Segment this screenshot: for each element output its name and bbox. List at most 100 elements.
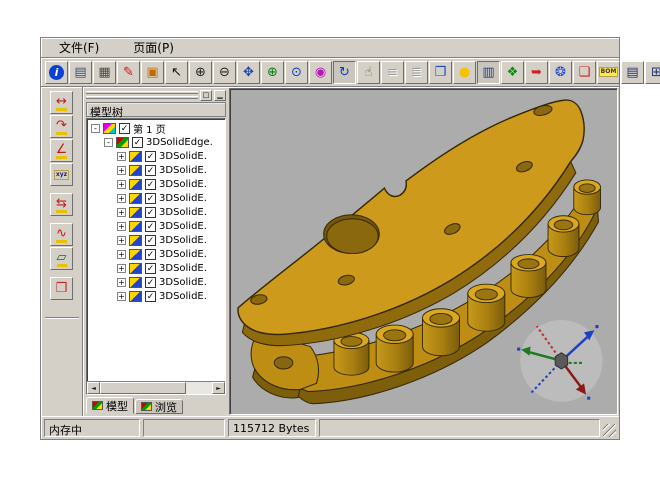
refresh-view-button[interactable]: ↻ <box>333 61 356 84</box>
collapse-icon[interactable]: - <box>91 124 100 133</box>
scroll-left-icon[interactable]: ◄ <box>87 382 100 394</box>
expand-icon[interactable]: + <box>117 208 126 217</box>
light-bulb-button[interactable]: ● <box>453 61 476 84</box>
tree-node[interactable]: +✓3DSolidE. <box>89 191 225 205</box>
markup-pen-button[interactable]: ✎ <box>117 61 140 84</box>
zoom-out-button[interactable]: ⊖ <box>213 61 236 84</box>
stamp-seal-button[interactable]: ▣ <box>141 61 164 84</box>
layers-button[interactable]: ≡ <box>381 61 404 84</box>
stamp-seal-icon: ▣ <box>146 66 158 79</box>
visibility-checkbox[interactable]: ✓ <box>145 193 156 204</box>
expand-icon[interactable]: + <box>117 152 126 161</box>
chain-dimension-button[interactable]: ⇆ <box>50 193 73 216</box>
tree-node[interactable]: +✓3DSolidE. <box>89 149 225 163</box>
visibility-checkbox[interactable]: ✓ <box>145 207 156 218</box>
area-dimension-button[interactable]: ▱ <box>50 247 73 270</box>
tree-node[interactable]: +✓3DSolidE. <box>89 163 225 177</box>
tree-node[interactable]: +✓3DSolidE. <box>89 289 225 303</box>
assembly-structure-button[interactable]: ❖ <box>501 61 524 84</box>
tab-浏览[interactable]: 浏览 <box>135 399 183 414</box>
hide-panel-button[interactable]: ▁ <box>214 90 226 101</box>
part-cube-icon <box>129 221 142 232</box>
select-cursor-button[interactable]: ↖ <box>165 61 188 84</box>
tab-模型[interactable]: 模型 <box>86 397 134 414</box>
visibility-checkbox[interactable]: ✓ <box>145 151 156 162</box>
tree-node[interactable]: +✓3DSolidE. <box>89 275 225 289</box>
visibility-checkbox[interactable]: ✓ <box>145 235 156 246</box>
print-preview-icon: ▤ <box>74 66 86 79</box>
menu-f[interactable]: 文件(F) <box>55 38 103 57</box>
properties-window-button[interactable]: ▤ <box>621 61 644 84</box>
scrollbar-thumb[interactable] <box>100 382 186 394</box>
expand-icon[interactable]: + <box>117 250 126 259</box>
markup-pen-icon: ✎ <box>123 66 134 79</box>
part-cube-icon <box>129 291 142 302</box>
pan-arrows-button[interactable]: ✥ <box>237 61 260 84</box>
visibility-checkbox[interactable]: ✓ <box>145 179 156 190</box>
bom-table-button[interactable]: BOM <box>597 61 620 84</box>
zoom-dynamic-button[interactable]: ⊙ <box>285 61 308 84</box>
coordinate-dimension-button[interactable]: xyz <box>50 163 73 186</box>
menu-p[interactable]: 页面(P) <box>129 38 178 57</box>
zoom-window-button[interactable]: ⊕ <box>261 61 284 84</box>
linear-dimension-button[interactable]: ↔ <box>50 91 73 114</box>
tree-node[interactable]: -✓第 1 页 <box>89 121 225 135</box>
viewport-3d[interactable] <box>229 88 618 415</box>
tree-node[interactable]: -✓3DSolidEdge. <box>89 135 225 149</box>
tree-node[interactable]: +✓3DSolidE. <box>89 205 225 219</box>
print-button[interactable]: ▦ <box>93 61 116 84</box>
tree-tab-bar: 模型浏览 <box>86 395 226 414</box>
explode-parts-button[interactable]: ❏ <box>573 61 596 84</box>
visibility-checkbox[interactable]: ✓ <box>145 263 156 274</box>
move-part-button[interactable]: ➥ <box>525 61 548 84</box>
tree-node[interactable]: +✓3DSolidE. <box>89 261 225 275</box>
visibility-checkbox[interactable]: ✓ <box>132 137 143 148</box>
radius-dimension-button[interactable]: ↷ <box>50 115 73 138</box>
resize-grip[interactable] <box>603 424 616 437</box>
dimension-format-button[interactable]: ≣ <box>405 61 428 84</box>
tree-node[interactable]: +✓3DSolidE. <box>89 219 225 233</box>
tree-horizontal-scrollbar[interactable]: ◄ ► <box>87 381 225 394</box>
expand-icon[interactable]: + <box>117 264 126 273</box>
tree-node[interactable]: +✓3DSolidE. <box>89 233 225 247</box>
expand-icon[interactable]: + <box>117 194 126 203</box>
assembly-structure-icon: ❖ <box>507 66 519 79</box>
info-button[interactable]: i <box>45 61 68 84</box>
curve-dimension-button[interactable]: ∿ <box>50 223 73 246</box>
visibility-checkbox[interactable]: ✓ <box>145 221 156 232</box>
visibility-checkbox[interactable]: ✓ <box>119 123 130 134</box>
angle-dimension-button[interactable]: ∠ <box>50 139 73 162</box>
expand-icon[interactable]: + <box>117 222 126 231</box>
rotate-view-button[interactable]: ◉ <box>309 61 332 84</box>
print-preview-button[interactable]: ▤ <box>69 61 92 84</box>
pan-hand-button[interactable]: ☝ <box>357 61 380 84</box>
model-tree-toggle-button[interactable]: ▥ <box>477 61 500 84</box>
visibility-checkbox[interactable]: ✓ <box>145 291 156 302</box>
part-cube-icon <box>129 277 142 288</box>
solid-cube-tool-button[interactable]: ❒ <box>50 277 73 300</box>
panel-drag-handle[interactable] <box>86 91 198 99</box>
zoom-in-button[interactable]: ⊕ <box>189 61 212 84</box>
visibility-checkbox[interactable]: ✓ <box>145 249 156 260</box>
float-panel-button[interactable]: □ <box>200 90 212 101</box>
tree-node[interactable]: +✓3DSolidE. <box>89 247 225 261</box>
expand-icon[interactable]: + <box>117 292 126 301</box>
tree-list-button[interactable]: ⊞ <box>645 61 660 84</box>
expand-icon[interactable]: + <box>117 180 126 189</box>
panel-title: 模型树 <box>86 102 226 117</box>
panel-grip[interactable]: □ ▁ <box>86 89 226 101</box>
orbit-sphere-button[interactable]: ❂ <box>549 61 572 84</box>
axis-triad <box>517 320 602 402</box>
visibility-checkbox[interactable]: ✓ <box>145 277 156 288</box>
visibility-checkbox[interactable]: ✓ <box>145 165 156 176</box>
expand-icon[interactable]: + <box>117 236 126 245</box>
scroll-right-icon[interactable]: ► <box>212 382 225 394</box>
status-panel-4 <box>319 419 600 437</box>
status-panel-2 <box>143 419 225 437</box>
expand-icon[interactable]: + <box>117 278 126 287</box>
part-cube-icon <box>129 165 142 176</box>
expand-icon[interactable]: + <box>117 166 126 175</box>
collapse-icon[interactable]: - <box>104 138 113 147</box>
render-cube-button[interactable]: ❒ <box>429 61 452 84</box>
tree-node[interactable]: +✓3DSolidE. <box>89 177 225 191</box>
